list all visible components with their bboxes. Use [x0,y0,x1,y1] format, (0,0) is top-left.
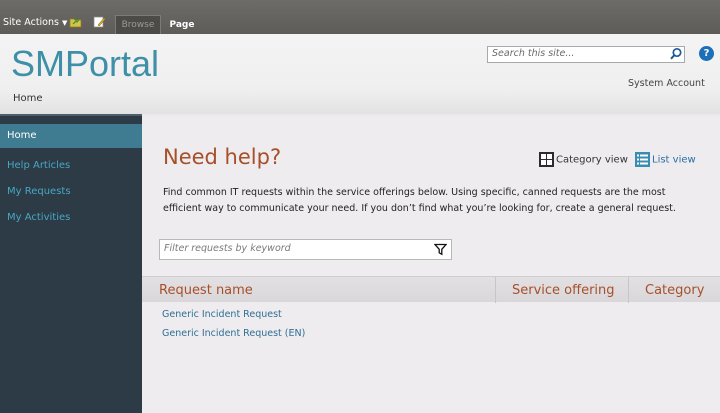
ribbon-bar: Site Actions ▼ Browse Page [0,0,720,34]
filter-icon[interactable] [434,243,447,256]
sidebar-item-help-articles[interactable]: Help Articles [0,154,142,178]
list-icon [635,152,650,167]
table-header: Request name Service offering Category [142,276,720,303]
page-title: Need help? [163,145,282,169]
site-header: SMPortal Home Search this site... ? Syst… [0,34,720,114]
column-request-name[interactable]: Request name [159,277,253,303]
site-actions-menu[interactable]: Site Actions ▼ [3,17,67,28]
site-actions-label: Site Actions [3,17,59,28]
column-category[interactable]: Category [645,277,704,303]
request-link[interactable]: Generic Incident Request (EN) [162,328,305,339]
filter-input[interactable]: Filter requests by keyword [159,239,452,260]
breadcrumb[interactable]: Home [13,93,43,104]
sidebar-nav: Home Help Articles My Requests My Activi… [0,114,142,413]
column-divider [628,277,629,303]
help-icon[interactable]: ? [699,46,714,61]
main-content: Need help? Category view List view Find … [142,116,720,413]
category-view-button[interactable]: Category view [539,152,628,167]
grid-icon [539,152,554,167]
filter-placeholder: Filter requests by keyword [164,243,291,254]
sidebar-item-my-requests[interactable]: My Requests [0,180,142,204]
list-view-label: List view [652,154,696,166]
column-service-offering[interactable]: Service offering [512,277,615,303]
category-view-label: Category view [556,154,628,166]
folder-navigate-icon[interactable] [69,16,82,28]
tab-page[interactable]: Page [164,15,200,34]
sidebar-item-home[interactable]: Home [0,124,142,148]
list-view-button[interactable]: List view [635,152,696,167]
site-logo[interactable]: SMPortal [11,43,159,85]
edit-page-icon[interactable] [93,16,106,28]
user-menu[interactable]: System Account [628,78,705,89]
column-divider [495,277,496,303]
intro-text: Find common IT requests within the servi… [163,187,676,214]
search-icon[interactable] [669,47,683,61]
sidebar-item-my-activities[interactable]: My Activities [0,206,142,230]
chevron-down-icon: ▼ [61,19,68,27]
tab-browse[interactable]: Browse [115,15,161,34]
search-input[interactable]: Search this site... [487,46,685,63]
request-link[interactable]: Generic Incident Request [162,309,282,320]
